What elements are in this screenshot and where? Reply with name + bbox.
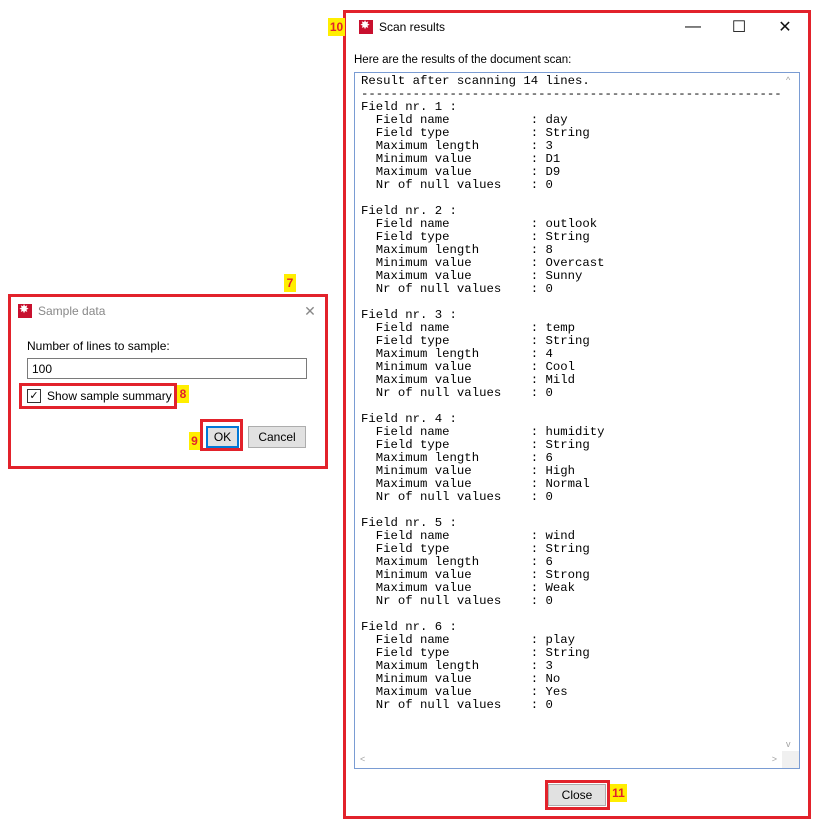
highlight-box-9 [200, 419, 243, 451]
highlight-box-8 [19, 383, 177, 409]
highlight-box-11 [545, 780, 610, 810]
highlight-box-7 [8, 294, 328, 469]
annotation-badge-7: 7 [284, 274, 296, 292]
annotation-badge-9: 9 [189, 432, 200, 450]
annotation-badge-8: 8 [177, 385, 189, 403]
highlight-box-10 [343, 10, 811, 819]
annotation-badge-10: 10 [328, 18, 345, 36]
annotation-badge-11: 11 [610, 784, 627, 802]
